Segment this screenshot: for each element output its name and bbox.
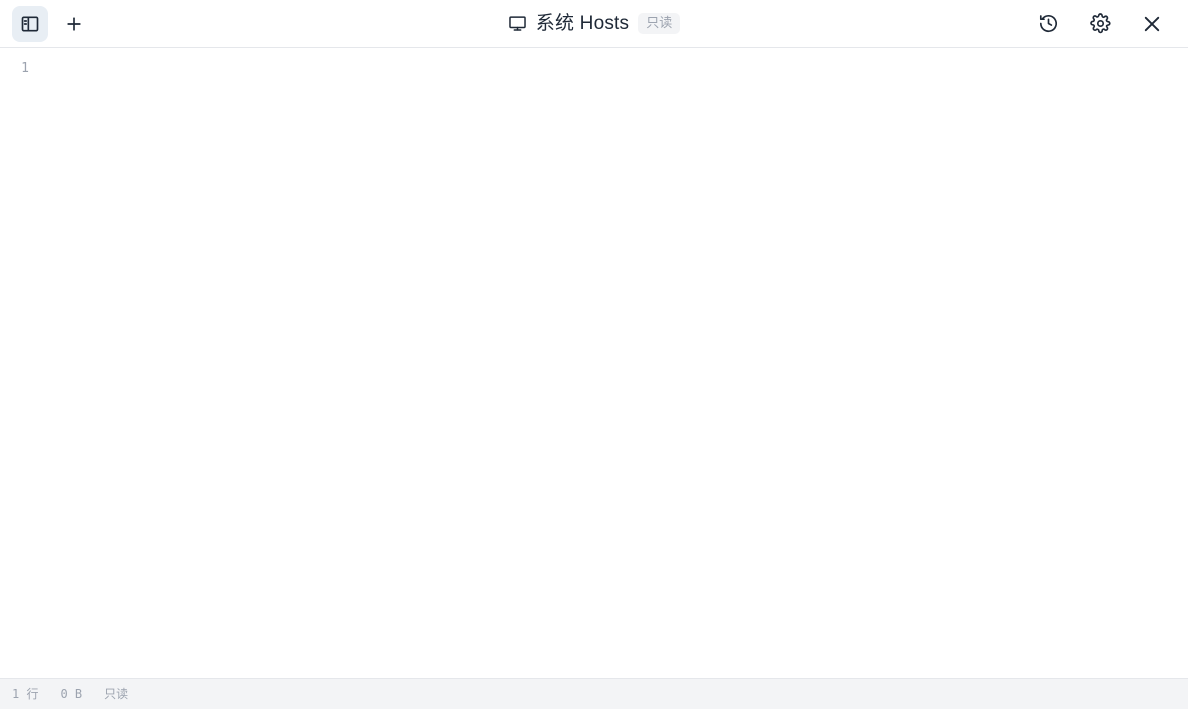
window-title-group: 系统 Hosts 只读 bbox=[0, 0, 1188, 47]
status-line-count: 1 行 bbox=[12, 687, 39, 701]
editor-line[interactable] bbox=[44, 59, 1188, 78]
history-button[interactable] bbox=[1030, 6, 1066, 42]
line-number-gutter: 1 bbox=[0, 48, 44, 678]
hosts-editor-window: 系统 Hosts 只读 1 1 行 0 B 只读 bbox=[0, 0, 1188, 709]
close-icon bbox=[1141, 13, 1163, 35]
titlebar: 系统 Hosts 只读 bbox=[0, 0, 1188, 48]
close-window-button[interactable] bbox=[1134, 6, 1170, 42]
titlebar-right-actions bbox=[1030, 6, 1180, 42]
new-tab-button[interactable] bbox=[56, 6, 92, 42]
status-file-size: 0 B bbox=[60, 687, 83, 701]
editor-content-area[interactable] bbox=[44, 48, 1188, 678]
page-title: 系统 Hosts bbox=[535, 13, 630, 34]
monitor-icon bbox=[508, 14, 527, 33]
code-editor[interactable]: 1 bbox=[0, 48, 1188, 678]
settings-button[interactable] bbox=[1082, 6, 1118, 42]
statusbar: 1 行 0 B 只读 bbox=[0, 678, 1188, 709]
plus-icon bbox=[64, 14, 84, 34]
line-number: 1 bbox=[21, 61, 29, 76]
gear-icon bbox=[1089, 13, 1111, 34]
history-icon bbox=[1038, 13, 1059, 34]
sidebar-toggle-button[interactable] bbox=[12, 5, 48, 42]
readonly-status-badge: 只读 bbox=[638, 12, 681, 35]
panel-left-icon bbox=[20, 14, 40, 34]
status-readonly-mode: 只读 bbox=[104, 687, 129, 701]
titlebar-left-actions bbox=[12, 5, 92, 42]
